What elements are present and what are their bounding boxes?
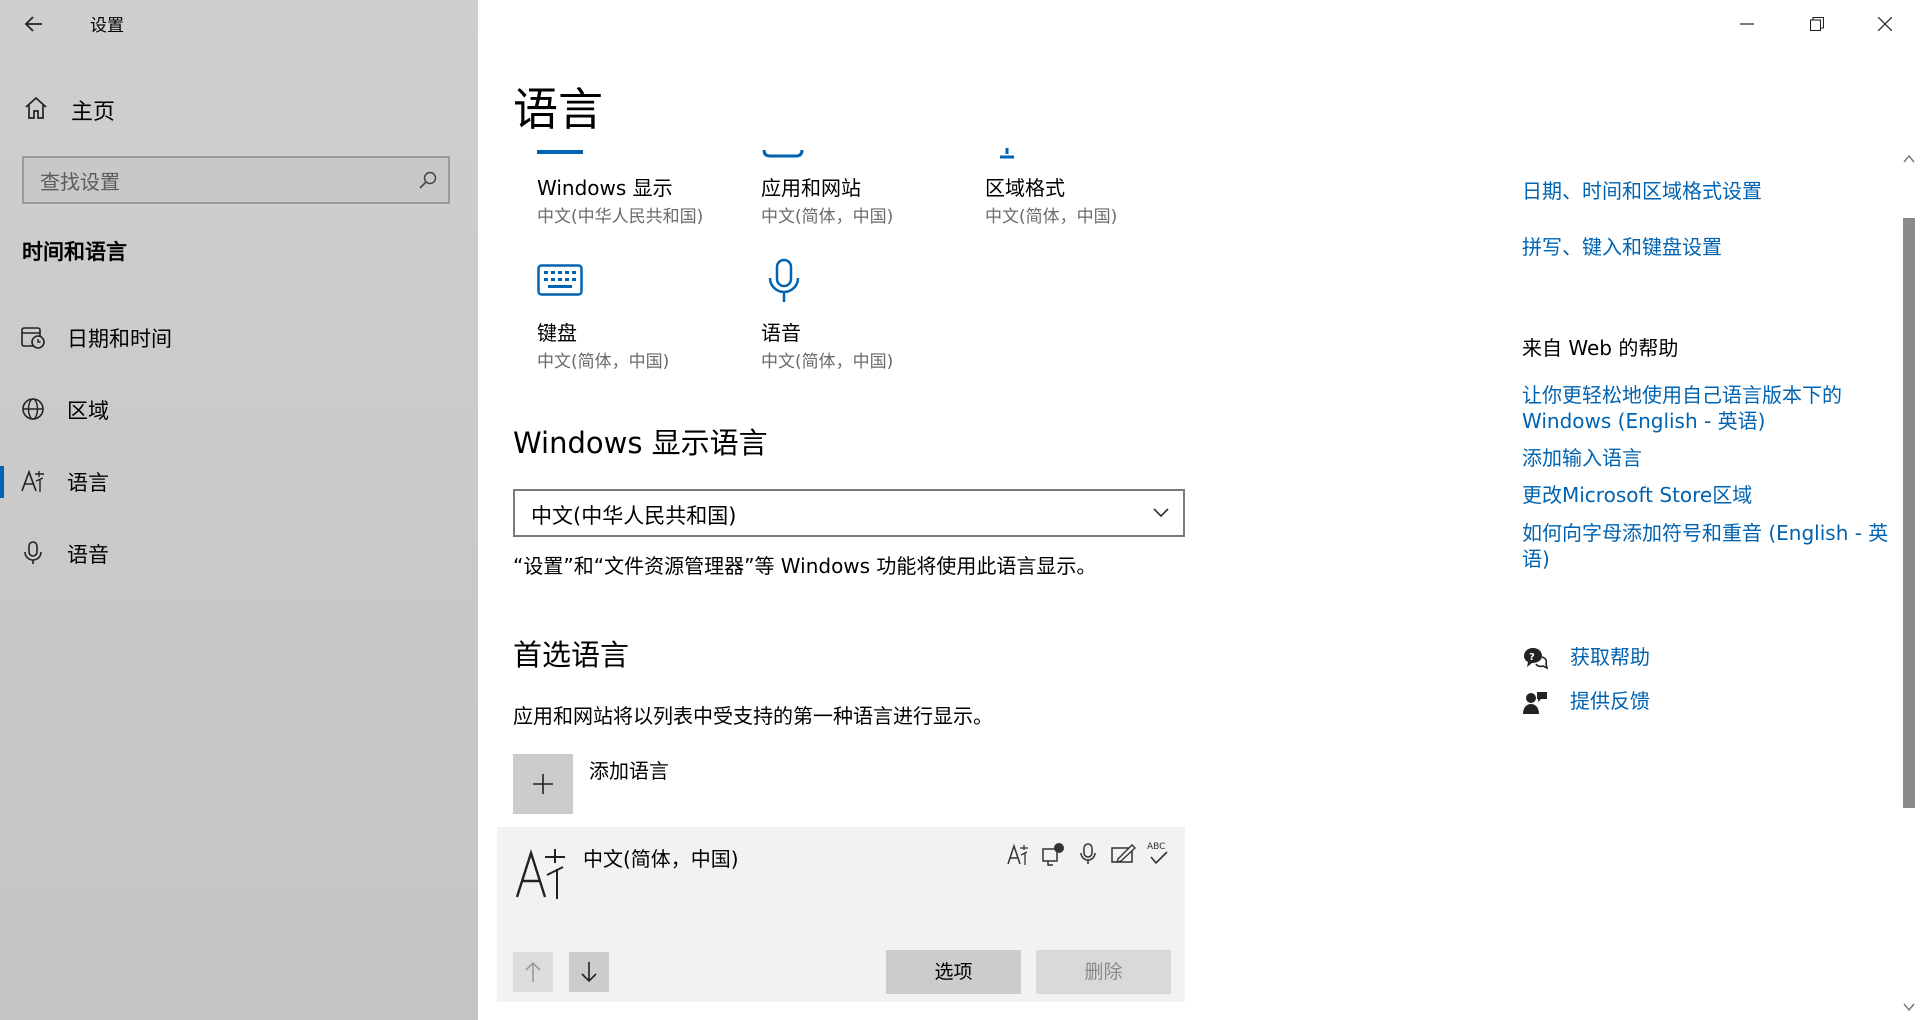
scroll-up-arrow-icon bbox=[1903, 154, 1915, 163]
search-input[interactable]: 查找设置 bbox=[22, 156, 450, 204]
app-title: 设置 bbox=[90, 16, 124, 36]
section-title: 时间和语言 bbox=[22, 240, 127, 264]
scrollbar-thumb[interactable] bbox=[1903, 218, 1915, 808]
sidebar-item-date-time[interactable]: 日期和时间 bbox=[0, 312, 478, 362]
web-help-link-add-input-language[interactable]: 添加输入语言 bbox=[1522, 445, 1892, 471]
tile-keyboard[interactable]: 键盘 中文(简体，中国) bbox=[537, 258, 737, 373]
options-button[interactable]: 选项 bbox=[886, 950, 1021, 994]
get-help-label: 获取帮助 bbox=[1570, 645, 1650, 669]
svg-text:ABC: ABC bbox=[1147, 842, 1165, 852]
back-arrow-icon bbox=[24, 16, 42, 32]
web-help-heading: 来自 Web 的帮助 bbox=[1522, 336, 1679, 360]
sidebar-item-speech[interactable]: 语音 bbox=[0, 528, 478, 578]
sidebar-item-label: 语言 bbox=[67, 471, 109, 495]
search-placeholder: 查找设置 bbox=[40, 170, 120, 194]
tile-label: 键盘 bbox=[537, 321, 577, 345]
tile-label: 语音 bbox=[761, 321, 801, 345]
display-language-description: “设置”和“文件资源管理器”等 Windows 功能将使用此语言显示。 bbox=[513, 554, 1097, 578]
minimize-icon bbox=[1740, 23, 1754, 25]
microphone-icon bbox=[768, 258, 800, 302]
move-down-button[interactable] bbox=[569, 952, 609, 992]
regional-format-icon bbox=[1000, 148, 1014, 159]
restore-icon bbox=[1810, 17, 1824, 31]
tile-sub: 中文(简体，中国) bbox=[761, 207, 894, 227]
tile-label: Windows 显示 bbox=[537, 176, 673, 200]
close-button[interactable] bbox=[1850, 0, 1920, 48]
get-help-link[interactable]: ? 获取帮助 bbox=[1522, 644, 1722, 674]
display-icon bbox=[537, 150, 583, 154]
globe-icon bbox=[22, 398, 44, 420]
web-help-link-display-language[interactable]: 让你更轻松地使用自己语言版本下的 Windows (English - 英语) bbox=[1522, 382, 1892, 434]
keyboard-icon bbox=[537, 264, 583, 296]
apps-websites-icon bbox=[762, 149, 804, 158]
language-icon bbox=[515, 849, 565, 899]
preferred-languages-description: 应用和网站将以列表中受支持的第一种语言进行显示。 bbox=[513, 704, 993, 728]
minimize-button[interactable] bbox=[1712, 0, 1782, 48]
display-language-heading: Windows 显示语言 bbox=[513, 426, 768, 460]
add-language-label[interactable]: 添加语言 bbox=[589, 755, 669, 784]
remove-button[interactable]: 删除 bbox=[1036, 950, 1171, 994]
language-icon bbox=[21, 469, 44, 492]
handwriting-capability-icon bbox=[1111, 844, 1136, 863]
search-icon bbox=[419, 171, 437, 189]
tile-sub: 中文(简体，中国) bbox=[537, 352, 670, 372]
add-language-button[interactable] bbox=[513, 754, 573, 814]
arrow-up-icon bbox=[525, 961, 541, 982]
chat-help-icon: ? bbox=[1524, 648, 1548, 670]
web-help-link-change-store-region[interactable]: 更改Microsoft Store区域 bbox=[1522, 482, 1892, 508]
sidebar: 设置 主页 查找设置 时间和语言 日期和时间 区域 语言 语音 bbox=[0, 0, 478, 1020]
tile-label: 区域格式 bbox=[985, 176, 1065, 200]
related-link-date-time-region[interactable]: 日期、时间和区域格式设置 bbox=[1522, 178, 1762, 204]
text-to-speech-capability-icon bbox=[1042, 843, 1064, 866]
back-button[interactable] bbox=[18, 8, 50, 40]
related-link-spelling-typing[interactable]: 拼写、键入和键盘设置 bbox=[1522, 234, 1722, 260]
plus-icon bbox=[533, 774, 553, 794]
scroll-down-arrow-icon bbox=[1903, 1003, 1915, 1012]
close-icon bbox=[1878, 17, 1892, 31]
move-up-button[interactable] bbox=[513, 952, 553, 992]
sidebar-item-region[interactable]: 区域 bbox=[0, 384, 478, 434]
tile-sub: 中文(简体，中国) bbox=[761, 352, 894, 372]
feedback-label: 提供反馈 bbox=[1570, 689, 1650, 713]
preferred-languages-heading: 首选语言 bbox=[513, 638, 630, 672]
sidebar-item-label: 日期和时间 bbox=[67, 327, 172, 351]
sidebar-item-language[interactable]: 语言 bbox=[0, 456, 478, 506]
spell-check-capability-icon: ABC bbox=[1147, 842, 1168, 865]
web-help-link-accents[interactable]: 如何向字母添加符号和重音 (English - 英语) bbox=[1522, 520, 1892, 572]
language-name: 中文(简体，中国) bbox=[583, 847, 739, 871]
tile-speech[interactable]: 语音 中文(简体，中国) bbox=[761, 258, 961, 373]
tile-regional-format[interactable]: 区域格式 中文(简体，中国) bbox=[985, 172, 1185, 232]
chevron-down-icon bbox=[1153, 508, 1169, 518]
dropdown-value: 中文(中华人民共和国) bbox=[531, 504, 737, 528]
feedback-link[interactable]: 提供反馈 bbox=[1522, 688, 1722, 718]
sidebar-item-label: 语音 bbox=[67, 543, 109, 567]
page-title: 语言 bbox=[513, 83, 604, 136]
display-language-capability-icon bbox=[1007, 843, 1028, 865]
home-label: 主页 bbox=[71, 100, 116, 125]
display-language-dropdown[interactable]: 中文(中华人民共和国) bbox=[513, 489, 1185, 537]
tile-sub: 中文(简体，中国) bbox=[985, 207, 1118, 227]
arrow-down-icon bbox=[581, 962, 597, 983]
microphone-icon bbox=[24, 541, 42, 564]
tile-apps-websites[interactable]: 应用和网站 中文(简体，中国) bbox=[761, 172, 961, 232]
tile-sub: 中文(中华人民共和国) bbox=[537, 207, 704, 227]
tile-label: 应用和网站 bbox=[761, 176, 861, 200]
sidebar-item-label: 区域 bbox=[67, 399, 109, 423]
calendar-clock-icon bbox=[21, 327, 45, 349]
tile-windows-display[interactable]: Windows 显示 中文(中华人民共和国) bbox=[537, 172, 737, 232]
home-icon bbox=[25, 96, 47, 119]
svg-text:?: ? bbox=[1529, 652, 1535, 663]
restore-button[interactable] bbox=[1782, 0, 1852, 48]
language-item-card[interactable]: 中文(简体，中国) ABC 选项 删除 bbox=[497, 827, 1185, 1002]
selection-indicator bbox=[0, 466, 4, 498]
feedback-icon bbox=[1523, 692, 1547, 714]
speech-recognition-capability-icon bbox=[1080, 843, 1096, 864]
